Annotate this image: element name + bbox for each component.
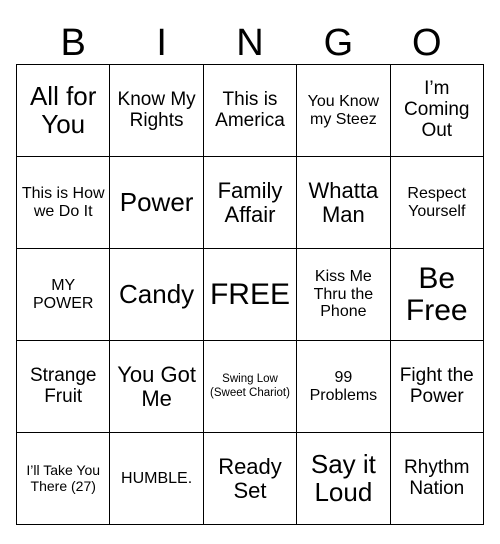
bingo-cell[interactable]: Power — [109, 156, 204, 249]
bingo-cell[interactable]: Fight the Power — [389, 340, 484, 433]
bingo-cell-label: Candy — [119, 278, 195, 309]
bingo-cell-free[interactable]: FREE — [202, 248, 298, 341]
bingo-cell-label: Respect Yourself — [407, 184, 467, 220]
header-letter-n: N — [236, 22, 264, 64]
bingo-row: All for You Know My Rights This is Ameri… — [16, 64, 484, 157]
header-letter-g: G — [323, 22, 354, 64]
header-letter-o: O — [412, 22, 442, 64]
bingo-cell-label: Swing Low (Sweet Chariot) — [210, 372, 290, 399]
bingo-row: Strange Fruit You Got Me Swing Low (Swee… — [16, 340, 484, 433]
bingo-cell[interactable]: This is How we Do It — [16, 156, 111, 249]
bingo-cell[interactable]: I’ll Take You There (27) — [16, 432, 111, 525]
bingo-cell[interactable]: Family Affair — [202, 156, 298, 249]
bingo-cell[interactable]: Candy — [109, 248, 204, 341]
bingo-cell-label: This is How we Do It — [21, 184, 105, 220]
bingo-cell[interactable]: This is America — [202, 64, 298, 157]
bingo-cell-label: FREE — [209, 277, 290, 311]
bingo-cell-label: 99 Problems — [309, 368, 378, 404]
header-letter-b: B — [60, 22, 86, 64]
bingo-cell[interactable]: MY POWER — [16, 248, 111, 341]
bingo-cell[interactable]: You Got Me — [109, 340, 204, 433]
bingo-cell[interactable]: Strange Fruit — [16, 340, 111, 433]
bingo-cell[interactable]: I’m Coming Out — [389, 64, 484, 157]
bingo-cell-label: Say it Loud — [310, 448, 376, 507]
bingo-cell-label: HUMBLE. — [121, 469, 193, 487]
bingo-cell-label: Kiss Me Thru the Phone — [313, 267, 374, 321]
bingo-cell-label: Power — [119, 186, 194, 217]
bingo-cell[interactable]: Respect Yourself — [389, 156, 484, 249]
bingo-cell[interactable]: 99 Problems — [296, 340, 391, 433]
bingo-header: B I N G O — [29, 0, 471, 64]
bingo-cell-label: You Know my Steez — [307, 92, 380, 128]
bingo-row: This is How we Do It Power Family Affair… — [16, 156, 484, 249]
bingo-cell-label: Ready Set — [218, 453, 282, 503]
bingo-cell[interactable]: Rhythm Nation — [389, 432, 484, 525]
bingo-grid: All for You Know My Rights This is Ameri… — [16, 64, 484, 525]
bingo-card: B I N G O All for You Know My Rights Thi… — [0, 0, 500, 544]
bingo-cell[interactable]: HUMBLE. — [109, 432, 204, 525]
bingo-row: I’ll Take You There (27) HUMBLE. Ready S… — [16, 432, 484, 525]
bingo-cell[interactable]: Kiss Me Thru the Phone — [296, 248, 391, 341]
header-letter-i: I — [156, 22, 167, 64]
bingo-cell[interactable]: Say it Loud — [296, 432, 391, 525]
bingo-cell[interactable]: You Know my Steez — [296, 64, 391, 157]
bingo-cell-label: Rhythm Nation — [404, 456, 470, 499]
bingo-cell[interactable]: Ready Set — [202, 432, 298, 525]
bingo-cell-label: You Got Me — [117, 361, 196, 411]
bingo-cell-label: Whatta Man — [308, 177, 379, 227]
bingo-cell-label: All for You — [29, 80, 97, 139]
bingo-cell[interactable]: Know My Rights — [109, 64, 204, 157]
bingo-cell-label: I’m Coming Out — [404, 78, 470, 141]
bingo-cell-label: Fight the Power — [399, 364, 474, 407]
bingo-cell[interactable]: Whatta Man — [296, 156, 391, 249]
bingo-cell-label: Know My Rights — [117, 88, 196, 131]
bingo-cell-label: Family Affair — [217, 177, 283, 227]
bingo-row: MY POWER Candy FREE Kiss Me Thru the Pho… — [16, 248, 484, 341]
bingo-cell[interactable]: All for You — [16, 64, 111, 157]
bingo-cell-label: This is America — [215, 88, 285, 131]
bingo-cell-label: MY POWER — [32, 276, 94, 312]
bingo-cell-label: I’ll Take You There (27) — [26, 461, 101, 494]
bingo-cell[interactable]: Swing Low (Sweet Chariot) — [202, 340, 298, 433]
bingo-cell-label: Be Free — [405, 262, 468, 327]
bingo-cell-label: Strange Fruit — [29, 364, 97, 407]
bingo-cell[interactable]: Be Free — [389, 248, 484, 341]
